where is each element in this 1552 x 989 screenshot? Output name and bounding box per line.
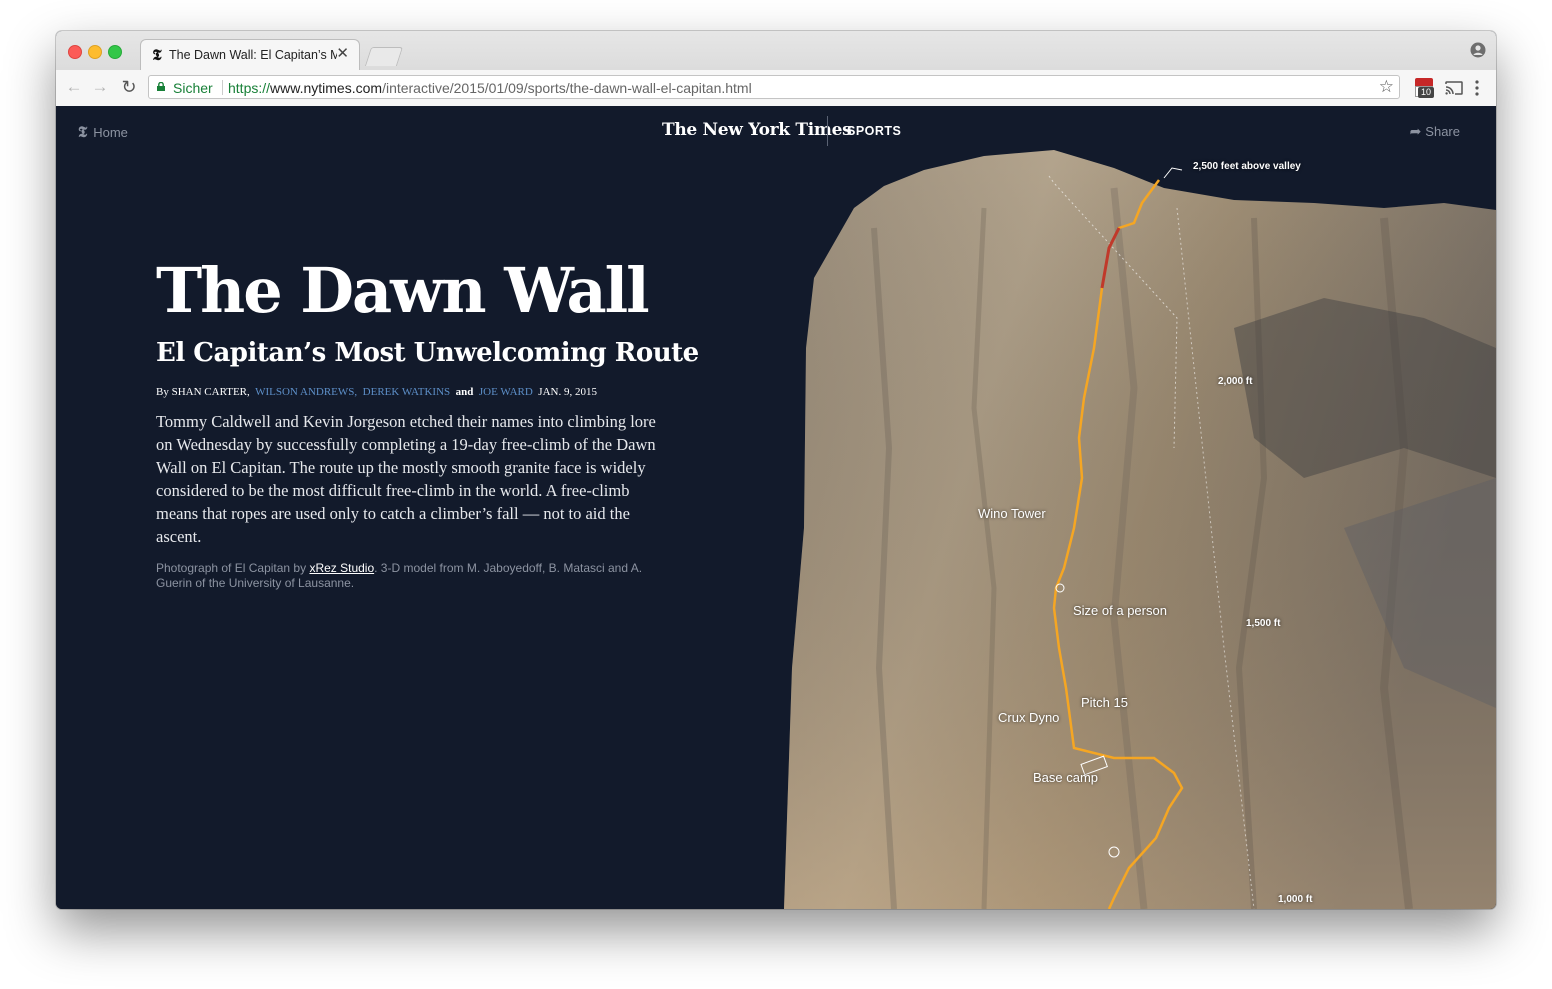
- minimize-window-button[interactable]: [88, 45, 102, 59]
- reload-icon[interactable]: ↻: [119, 77, 139, 97]
- url-text[interactable]: https://www.nytimes.com/interactive/2015…: [228, 80, 752, 96]
- size-of-person-label: Size of a person: [1073, 603, 1167, 618]
- new-tab-button[interactable]: [364, 47, 404, 66]
- article-page: 𝕿 Home The New York Times SPORTS ➦ Share T…: [56, 106, 1496, 909]
- kebab-menu-icon[interactable]: [1471, 78, 1483, 98]
- omnibox-divider: [222, 80, 223, 95]
- nyt-t-icon: 𝕿: [78, 123, 88, 141]
- browser-window: 𝕿 The Dawn Wall: El Capitan’s Mo ✕ ← → ↻…: [56, 31, 1496, 909]
- tab-close-icon[interactable]: ✕: [336, 46, 349, 62]
- back-arrow-icon[interactable]: ←: [64, 77, 84, 97]
- browser-toolbar: ← → ↻ Sicher https://www.nytimes.com/int…: [56, 70, 1496, 107]
- calendar-extension-icon[interactable]: 10: [1415, 78, 1434, 98]
- masthead-divider: [827, 116, 828, 146]
- byline-by: By SHAN CARTER,: [156, 386, 250, 398]
- tab-title: The Dawn Wall: El Capitan’s Mo: [169, 48, 337, 62]
- close-window-button[interactable]: [68, 45, 82, 59]
- section-link[interactable]: SPORTS: [847, 124, 901, 138]
- author-link-joe-ward[interactable]: JOE WARD: [479, 386, 533, 398]
- extension-badge: 10: [1418, 87, 1434, 98]
- calendar-top: [1415, 78, 1433, 86]
- share-button[interactable]: ➦ Share: [1410, 123, 1460, 140]
- wino-tower-label: Wino Tower: [978, 506, 1046, 521]
- profile-icon[interactable]: [1470, 42, 1486, 58]
- height-label-2000: 2,000 ft: [1218, 376, 1253, 387]
- forward-arrow-icon[interactable]: →: [90, 77, 110, 97]
- article-lede: Tommy Caldwell and Kevin Jorgeson etched…: [156, 412, 656, 546]
- article-subhead: El Capitan’s Most Unwelcoming Route: [156, 338, 699, 368]
- base-camp-label: Base camp: [1033, 770, 1099, 785]
- active-tab[interactable]: 𝕿 The Dawn Wall: El Capitan’s Mo ✕: [140, 39, 360, 70]
- nyt-favicon-icon: 𝕿: [152, 46, 162, 64]
- maximize-window-button[interactable]: [108, 45, 122, 59]
- height-label-1500: 1,500 ft: [1246, 618, 1281, 629]
- home-label: Home: [93, 125, 128, 140]
- share-label: Share: [1425, 124, 1460, 139]
- author-link-derek-watkins[interactable]: DEREK WATKINS: [363, 386, 451, 398]
- share-arrow-icon: ➦: [1409, 123, 1422, 139]
- author-link-wilson-andrews[interactable]: WILSON ANDREWS,: [255, 386, 357, 398]
- credit-before: Photograph of El Capitan by: [156, 561, 310, 575]
- xrez-studio-link[interactable]: xRez Studio: [309, 561, 374, 575]
- nyt-masthead-logo[interactable]: The New York Times: [662, 120, 852, 140]
- el-capitan-image: [784, 150, 1496, 909]
- url-path: /interactive/2015/01/09/sports/the-dawn-…: [382, 80, 752, 96]
- crux-dyno-label: Crux Dyno: [998, 710, 1060, 725]
- height-label-1000: 1,000 ft: [1278, 894, 1313, 905]
- el-capitan-graphic[interactable]: 2,500 feet above valley 2,000 ft 1,500 f…: [784, 148, 1496, 909]
- byline-date: JAN. 9, 2015: [538, 386, 597, 398]
- home-link[interactable]: 𝕿 Home: [78, 123, 128, 141]
- tab-strip: 𝕿 The Dawn Wall: El Capitan’s Mo ✕: [56, 31, 1496, 70]
- byline-and: and: [455, 386, 474, 398]
- lock-icon: [157, 82, 165, 91]
- byline: By SHAN CARTER, WILSON ANDREWS, DEREK WA…: [156, 386, 597, 398]
- pitch-15-label: Pitch 15: [1081, 695, 1128, 710]
- secure-label: Sicher: [173, 80, 213, 96]
- cast-icon[interactable]: [1445, 81, 1463, 95]
- article-headline: The Dawn Wall: [156, 254, 650, 327]
- url-host: www.nytimes.com: [270, 80, 383, 96]
- summit-label: 2,500 feet above valley: [1193, 161, 1301, 172]
- bookmark-star-icon[interactable]: ☆: [1379, 77, 1394, 97]
- address-bar[interactable]: Sicher https://www.nytimes.com/interacti…: [148, 75, 1400, 99]
- photo-credit: Photograph of El Capitan by xRez Studio.…: [156, 561, 666, 591]
- url-scheme: https://: [228, 80, 271, 96]
